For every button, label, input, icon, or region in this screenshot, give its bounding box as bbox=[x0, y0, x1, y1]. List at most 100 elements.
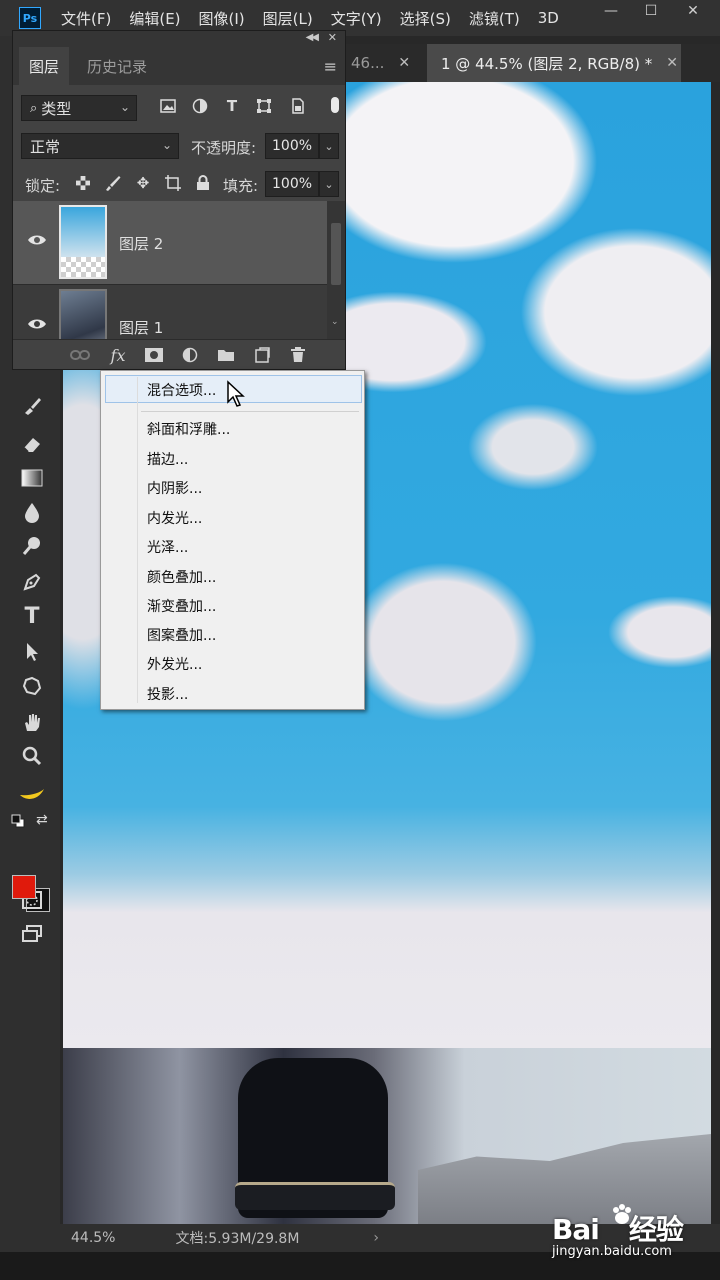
lock-transparent-icon[interactable] bbox=[73, 173, 93, 193]
layer-style-menu: 混合选项... 斜面和浮雕... 描边... 内阴影... 内发光... 光泽.… bbox=[100, 370, 365, 710]
close-icon[interactable]: ✕ bbox=[676, 0, 710, 22]
pen-icon[interactable] bbox=[16, 568, 48, 596]
lock-artboard-icon[interactable] bbox=[163, 173, 183, 193]
type-filter-icon[interactable]: T bbox=[221, 95, 243, 117]
blend-mode-value: 正常 bbox=[30, 137, 61, 156]
trash-icon[interactable] bbox=[287, 344, 309, 366]
lock-pixels-icon[interactable] bbox=[103, 173, 123, 193]
photoshop-logo[interactable]: Ps bbox=[19, 7, 41, 29]
mouse-cursor-icon bbox=[226, 380, 246, 408]
layer-name[interactable]: 图层 2 bbox=[119, 233, 163, 254]
menu-select[interactable]: 选择(S) bbox=[400, 8, 451, 29]
eye-icon[interactable] bbox=[27, 317, 47, 331]
menu-3d[interactable]: 3D bbox=[538, 9, 559, 27]
boot-sole-photo bbox=[235, 1182, 395, 1210]
screen-mode-icon[interactable] bbox=[16, 920, 48, 948]
menu-gutter bbox=[137, 377, 138, 703]
menu-layer[interactable]: 图层(L) bbox=[263, 8, 313, 29]
lock-position-icon[interactable]: ✥ bbox=[133, 173, 153, 193]
menu-item-blending-options[interactable]: 混合选项... bbox=[147, 380, 216, 400]
foreground-color-swatch[interactable] bbox=[12, 875, 36, 899]
collapse-panel-icon[interactable]: ◀◀ bbox=[306, 32, 319, 43]
layer-name[interactable]: 图层 1 bbox=[119, 317, 163, 338]
layer-list-scrollbar[interactable]: ⌄ bbox=[327, 201, 345, 339]
adjustment-layer-icon[interactable] bbox=[179, 344, 201, 366]
fx-icon[interactable]: fx bbox=[107, 344, 129, 366]
path-select-icon[interactable] bbox=[16, 638, 48, 666]
document-tabs: 46... ✕ 1 @ 44.5% (图层 2, RGB/8) * ✕ bbox=[345, 44, 720, 82]
tab-close-icon[interactable]: ✕ bbox=[666, 55, 678, 71]
menu-item-outer-glow[interactable]: 外发光... bbox=[147, 654, 202, 674]
opacity-input[interactable]: 100% bbox=[265, 133, 319, 159]
document-tab-label: 46... bbox=[351, 54, 385, 72]
menu-item-pattern-overlay[interactable]: 图案叠加... bbox=[147, 625, 216, 645]
zoom-icon[interactable] bbox=[16, 742, 48, 770]
panel-header: ◀◀ ✕ bbox=[13, 31, 345, 47]
zoom-level[interactable]: 44.5% bbox=[71, 1230, 115, 1246]
layer-row-2[interactable]: 图层 2 bbox=[13, 201, 327, 285]
lock-label: 锁定: bbox=[25, 177, 61, 195]
watermark-brand-left: Bai bbox=[552, 1213, 600, 1246]
gradient-icon[interactable] bbox=[16, 464, 48, 492]
menu-type[interactable]: 文字(Y) bbox=[331, 8, 382, 29]
minimize-icon[interactable]: — bbox=[594, 0, 628, 22]
menu-item-stroke[interactable]: 描边... bbox=[147, 449, 188, 469]
link-layers-icon[interactable] bbox=[69, 344, 91, 366]
tab-history[interactable]: 历史记录 bbox=[77, 47, 157, 85]
menu-file[interactable]: 文件(F) bbox=[61, 8, 111, 29]
menu-edit[interactable]: 编辑(E) bbox=[129, 8, 180, 29]
layer-thumbnail-image bbox=[61, 207, 105, 258]
document-tab-active[interactable]: 1 @ 44.5% (图层 2, RGB/8) * ✕ bbox=[427, 44, 681, 82]
menu-item-inner-shadow[interactable]: 内阴影... bbox=[147, 478, 202, 498]
custom-shape-icon[interactable] bbox=[16, 672, 48, 700]
new-layer-icon[interactable] bbox=[251, 344, 273, 366]
opacity-label: 不透明度: bbox=[191, 139, 257, 157]
layer-filter-select[interactable]: ⌕ 类型 ⌄ bbox=[21, 95, 137, 121]
scrollbar-thumb[interactable] bbox=[331, 223, 341, 285]
swap-colors-icon[interactable]: ⇄ bbox=[36, 812, 48, 828]
menu-separator bbox=[141, 411, 359, 412]
layer-row-1[interactable]: 图层 1 bbox=[13, 285, 327, 339]
chevron-down-icon[interactable]: ⌄ bbox=[331, 317, 339, 327]
menu-item-color-overlay[interactable]: 颜色叠加... bbox=[147, 567, 216, 587]
paw-icon bbox=[613, 1204, 631, 1224]
menu-item-bevel-emboss[interactable]: 斜面和浮雕... bbox=[147, 419, 230, 439]
blend-mode-select[interactable]: 正常 ⌄ bbox=[21, 133, 179, 159]
menu-filter[interactable]: 滤镜(T) bbox=[469, 8, 520, 29]
baidu-watermark: Bai 经验 jingyan.baidu.com bbox=[552, 1200, 712, 1270]
eraser-icon[interactable] bbox=[16, 430, 48, 458]
default-colors-icon[interactable] bbox=[11, 814, 25, 828]
fill-input[interactable]: 100% bbox=[265, 171, 319, 197]
brush-icon[interactable] bbox=[16, 392, 48, 420]
layer-thumbnail bbox=[59, 205, 107, 279]
add-mask-icon[interactable] bbox=[143, 344, 165, 366]
image-filter-icon[interactable] bbox=[157, 95, 179, 117]
menu-item-satin[interactable]: 光泽... bbox=[147, 537, 188, 557]
opacity-dropdown-icon[interactable]: ⌄ bbox=[319, 133, 339, 159]
shape-filter-icon[interactable] bbox=[253, 95, 275, 117]
menu-item-inner-glow[interactable]: 内发光... bbox=[147, 508, 202, 528]
adjustment-filter-icon[interactable] bbox=[189, 95, 211, 117]
type-tool-icon[interactable]: T bbox=[16, 602, 48, 630]
blur-drop-icon[interactable] bbox=[16, 498, 48, 526]
banana-icon[interactable] bbox=[16, 778, 48, 806]
filter-toggle-switch[interactable] bbox=[331, 97, 339, 113]
fill-dropdown-icon[interactable]: ⌄ bbox=[319, 171, 339, 197]
menu-item-drop-shadow[interactable]: 投影... bbox=[147, 684, 188, 704]
maximize-icon[interactable]: ☐ bbox=[634, 0, 668, 22]
dodge-icon[interactable] bbox=[16, 532, 48, 560]
layer-thumbnail-image bbox=[61, 291, 105, 339]
group-folder-icon[interactable] bbox=[215, 344, 237, 366]
panel-close-icon[interactable]: ✕ bbox=[328, 31, 337, 44]
document-tab-other[interactable]: 46... ✕ bbox=[351, 44, 425, 82]
menu-image[interactable]: 图像(I) bbox=[199, 8, 245, 29]
menu-item-gradient-overlay[interactable]: 渐变叠加... bbox=[147, 596, 216, 616]
hand-icon[interactable] bbox=[16, 708, 48, 736]
tab-close-icon[interactable]: ✕ bbox=[398, 55, 410, 71]
lock-all-icon[interactable] bbox=[193, 173, 213, 193]
eye-icon[interactable] bbox=[27, 233, 47, 247]
tab-layers[interactable]: 图层 bbox=[19, 47, 70, 85]
chevron-right-icon[interactable]: › bbox=[373, 1230, 379, 1246]
smart-object-filter-icon[interactable] bbox=[287, 95, 309, 117]
panel-menu-icon[interactable]: ≡ bbox=[324, 57, 337, 76]
